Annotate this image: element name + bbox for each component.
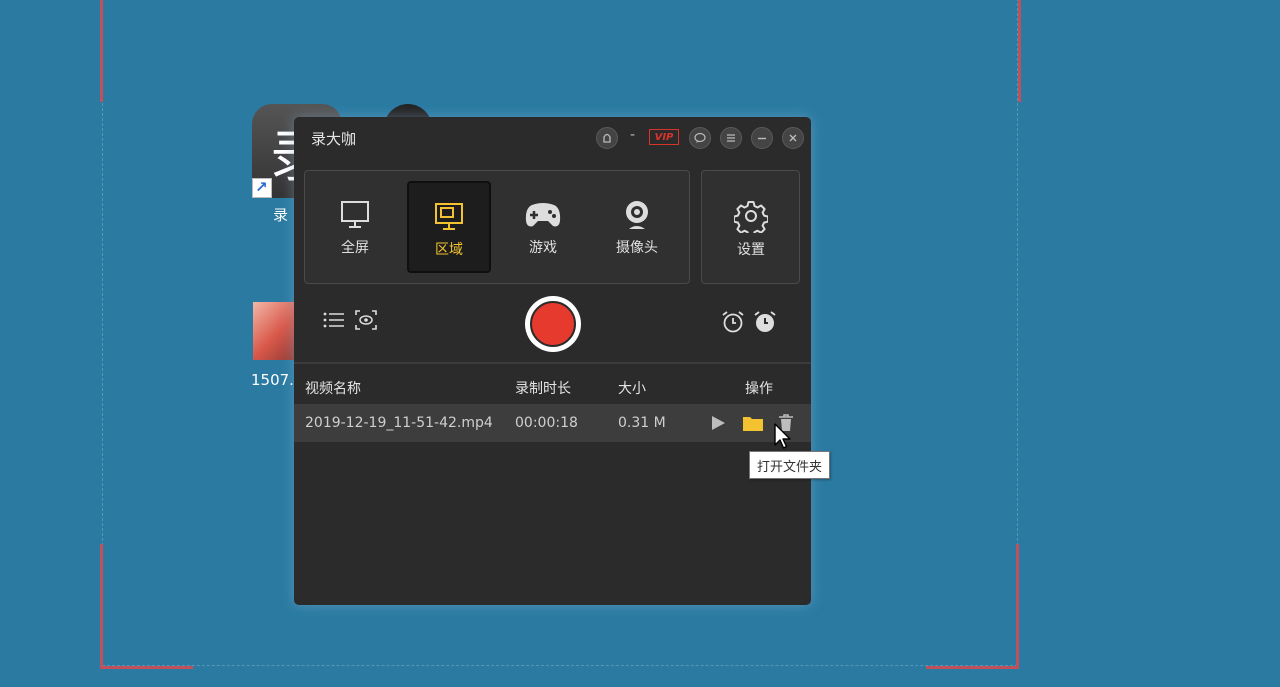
- preview-icon[interactable]: [355, 310, 377, 330]
- row-size: 0.31 M: [618, 415, 666, 431]
- record-icon: [530, 301, 576, 347]
- mode-label: 摄像头: [616, 240, 658, 256]
- mode-fullscreen[interactable]: 全屏: [313, 181, 397, 273]
- desktop-app-label: 录: [273, 206, 289, 224]
- selection-corner-top-left[interactable]: [100, 0, 193, 102]
- record-button[interactable]: [525, 296, 581, 352]
- mode-region[interactable]: 区域: [407, 181, 491, 273]
- table-row[interactable]: 2019-12-19_11-51-42.mp4 00:00:18 0.31 M: [294, 404, 811, 442]
- settings-button[interactable]: 设置: [709, 181, 793, 273]
- folder-icon[interactable]: [742, 414, 764, 432]
- menu-button[interactable]: [720, 127, 742, 149]
- menu-icon: [727, 134, 735, 142]
- alarm-outline-icon[interactable]: [721, 310, 745, 334]
- settings-label: 设置: [737, 242, 765, 258]
- play-icon[interactable]: [709, 414, 727, 432]
- desktop-file-label: 1507.: [251, 371, 294, 389]
- alarm-filled-icon[interactable]: [753, 310, 777, 334]
- skin-button[interactable]: [596, 127, 618, 149]
- vip-badge[interactable]: VIP: [649, 129, 679, 145]
- gear-icon: [734, 201, 768, 233]
- column-header-name: 视频名称: [305, 381, 361, 397]
- webcam-icon: [626, 201, 648, 229]
- settings-panel[interactable]: 设置: [701, 170, 800, 284]
- mode-label: 游戏: [529, 240, 557, 256]
- recorder-window: 录大咖 - VIP 全屏 区域 游戏 摄像头 设置 视频名称 录制时长 大小 操…: [294, 117, 811, 605]
- region-monitor-icon: [435, 203, 463, 230]
- column-header-duration: 录制时长: [515, 381, 571, 397]
- selection-corner-bottom-left[interactable]: [100, 544, 193, 669]
- window-title: 录大咖: [311, 130, 357, 148]
- list-icon[interactable]: [323, 310, 345, 330]
- column-header-size: 大小: [618, 381, 646, 397]
- close-button[interactable]: [782, 127, 804, 149]
- title-separator: -: [630, 127, 636, 143]
- column-header-actions: 操作: [745, 381, 773, 397]
- tooltip-open-folder: 打开文件夹: [749, 451, 831, 479]
- row-duration: 00:00:18: [515, 415, 578, 431]
- mode-webcam[interactable]: 摄像头: [595, 181, 679, 273]
- mouse-cursor-icon: [774, 423, 791, 449]
- mode-label: 区域: [435, 242, 463, 258]
- recording-mode-panel: 全屏 区域 游戏 摄像头: [304, 170, 690, 284]
- feedback-icon: [694, 132, 706, 143]
- shortcut-arrow-icon: ↗: [255, 178, 268, 196]
- selection-corner-bottom-right[interactable]: [926, 544, 1019, 669]
- mode-label: 全屏: [341, 240, 369, 256]
- minimize-icon: [758, 137, 766, 140]
- row-file-name: 2019-12-19_11-51-42.mp4: [305, 415, 493, 431]
- monitor-icon: [341, 201, 369, 228]
- minimize-button[interactable]: [751, 127, 773, 149]
- selection-corner-top-right[interactable]: [1015, 0, 1021, 102]
- section-divider: [294, 362, 811, 364]
- desktop-image-thumbnail[interactable]: [253, 302, 297, 360]
- feedback-button[interactable]: [689, 127, 711, 149]
- gamepad-icon: [525, 203, 561, 227]
- skin-icon: [603, 133, 611, 143]
- mode-game[interactable]: 游戏: [501, 181, 585, 273]
- close-icon: [789, 134, 797, 142]
